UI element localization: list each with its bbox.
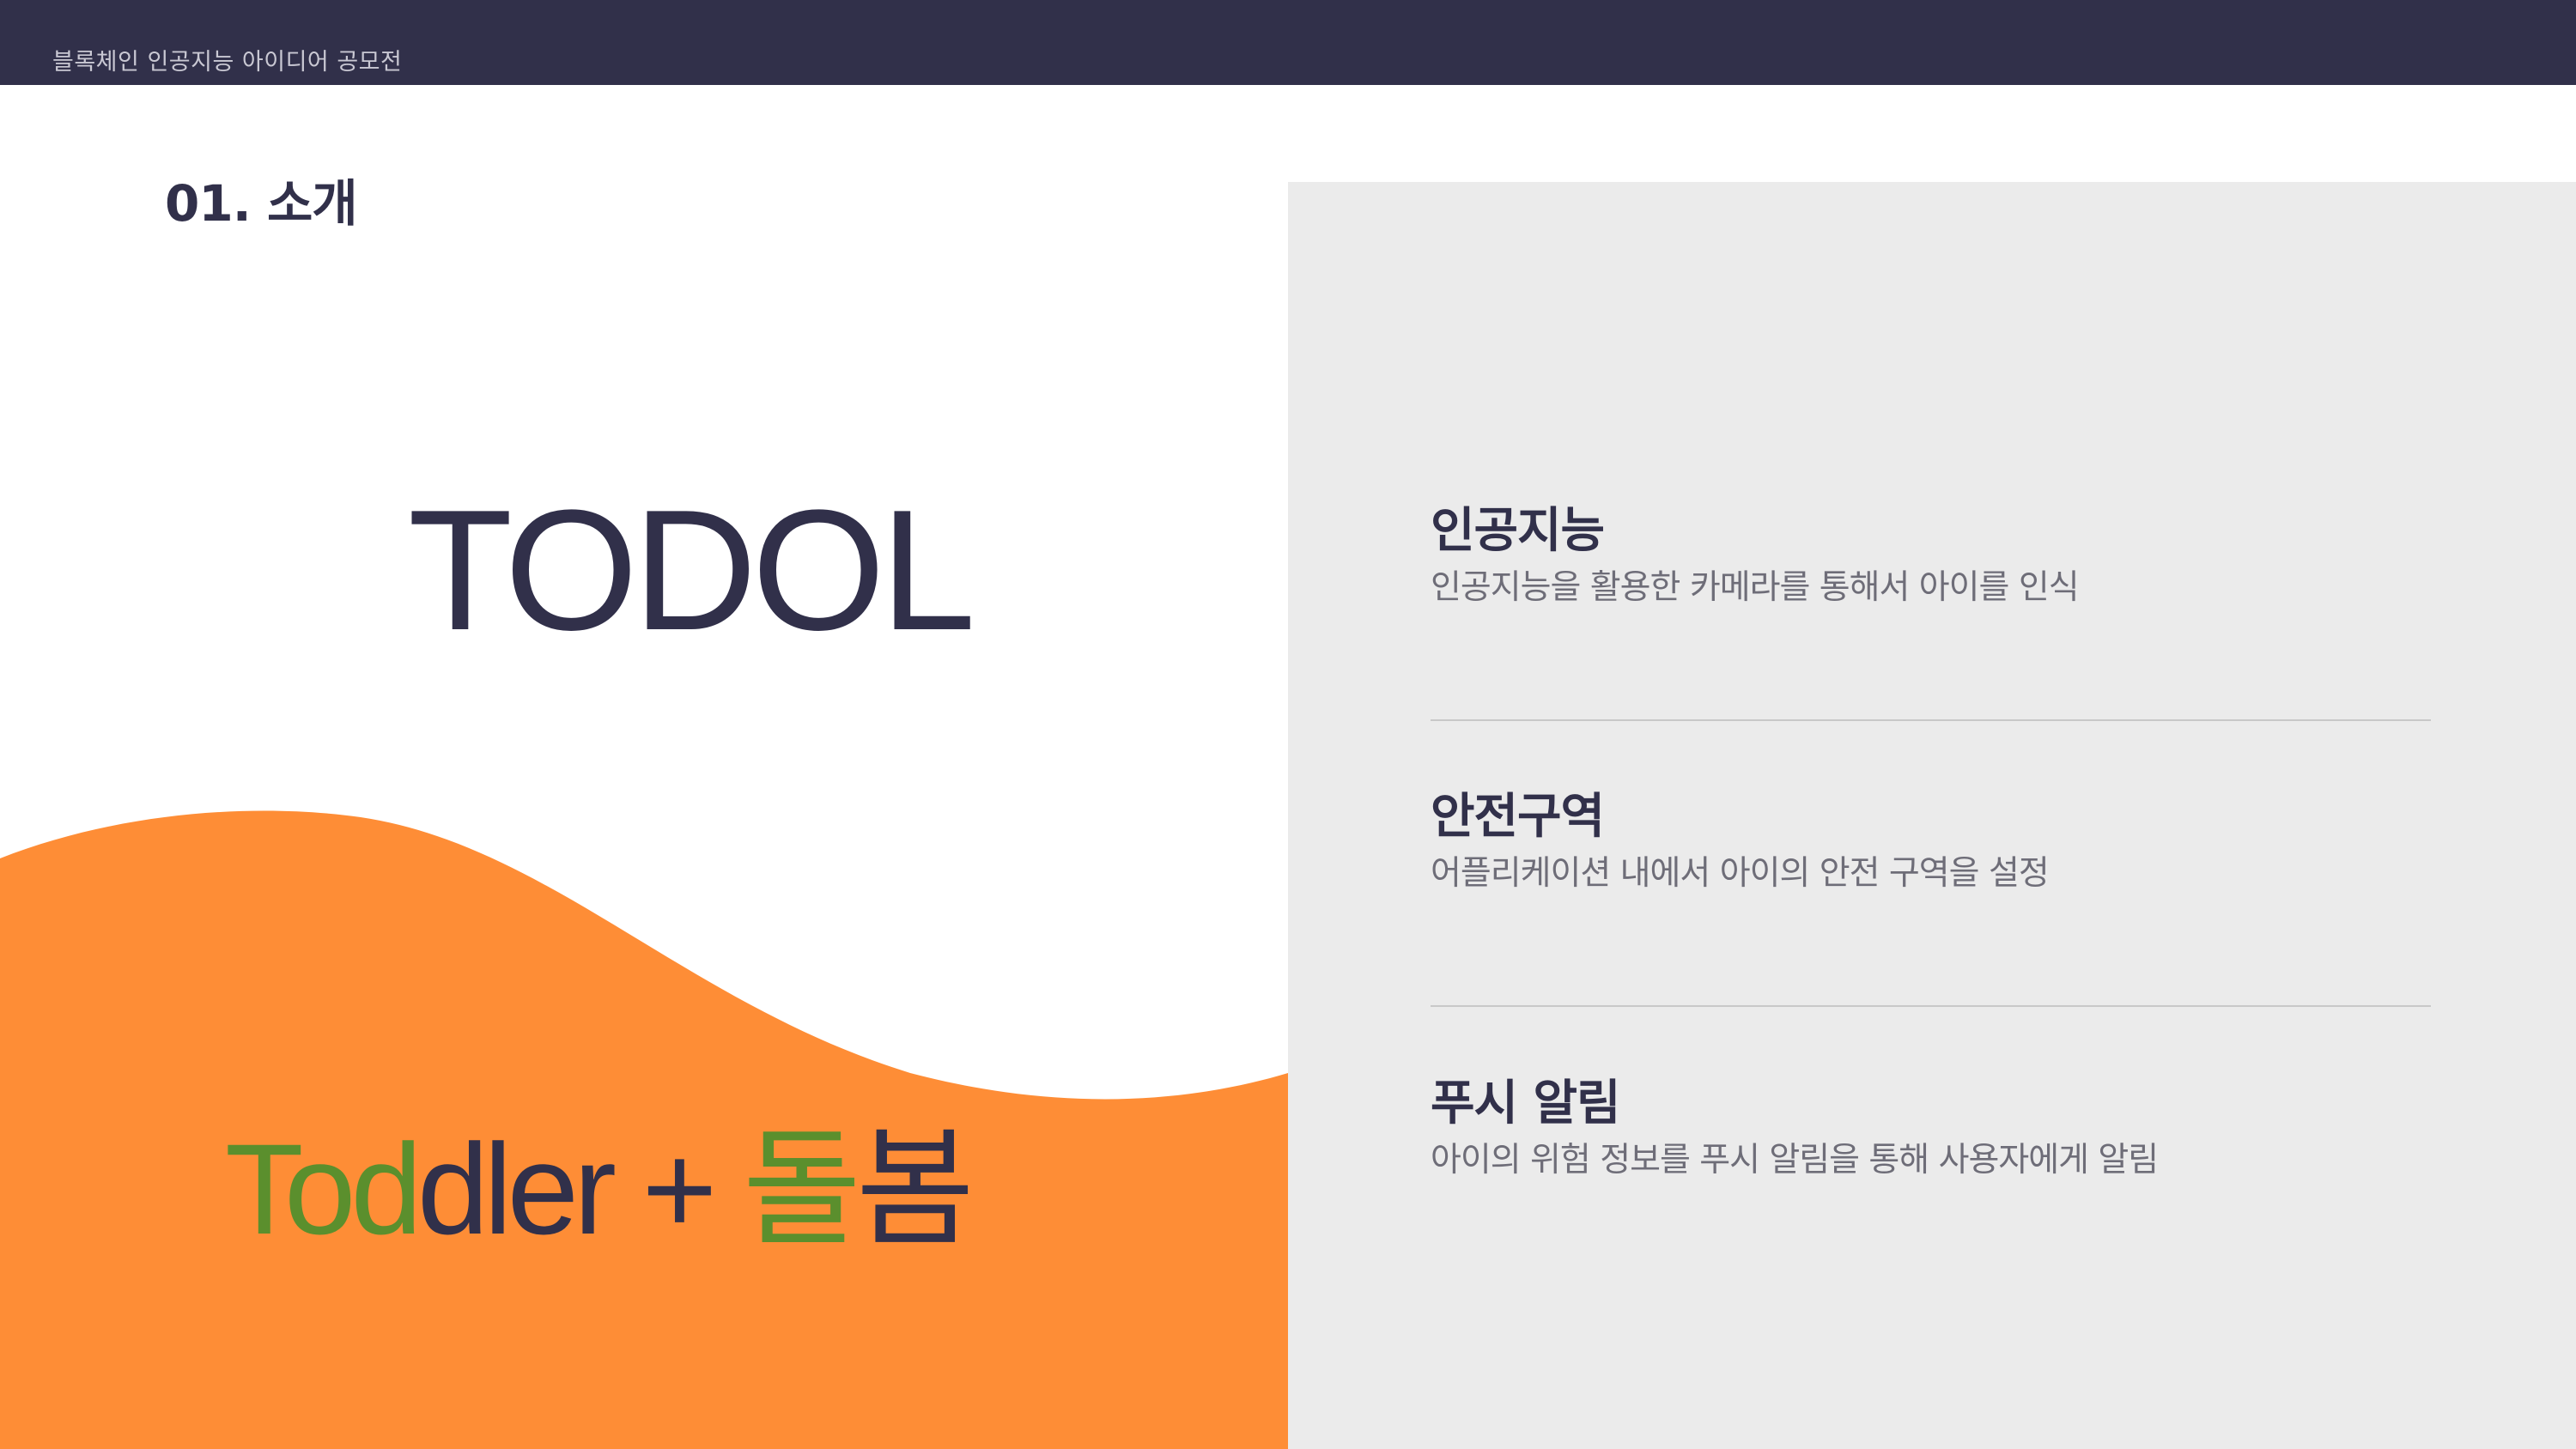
slogan-bom: 봄	[855, 1117, 975, 1261]
feature-description: 어플리케이션 내에서 아이의 안전 구역을 설정	[1431, 854, 2050, 894]
slogan-dol: 돌	[742, 1117, 861, 1261]
header-bar: 블록체인 인공지능 아이디어 공모전	[0, 0, 2576, 85]
feature-divider	[1431, 1005, 2431, 1007]
feature-title: 안전구역	[1431, 789, 1605, 845]
slogan-tod: Tod	[225, 1117, 422, 1261]
section-title: 01. 소개	[165, 174, 358, 233]
feature-description: 인공지능을 활용한 카메라를 통해서 아이를 인식	[1431, 568, 2080, 608]
feature-safe-zone: 안전구역 어플리케이션 내에서 아이의 안전 구역을 설정	[1431, 788, 2431, 894]
feature-divider	[1431, 719, 2431, 721]
header-title: 블록체인 인공지능 아이디어 공모전	[52, 49, 403, 76]
logo-text: TODOL	[408, 475, 975, 666]
feature-ai: 인공지능 인공지능을 활용한 카메라를 통해서 아이를 인식	[1431, 502, 2431, 609]
feature-description: 아이의 위험 정보를 푸시 알림을 통해 사용자에게 알림	[1431, 1141, 2159, 1180]
feature-title: 푸시 알림	[1431, 1076, 1621, 1131]
slogan-dler: dler +	[416, 1117, 743, 1261]
slogan: Toddler + 돌봄	[225, 1125, 975, 1253]
feature-title: 인공지능	[1431, 503, 1605, 559]
feature-push: 푸시 알림 아이의 위험 정보를 푸시 알림을 통해 사용자에게 알림	[1431, 1075, 2431, 1181]
